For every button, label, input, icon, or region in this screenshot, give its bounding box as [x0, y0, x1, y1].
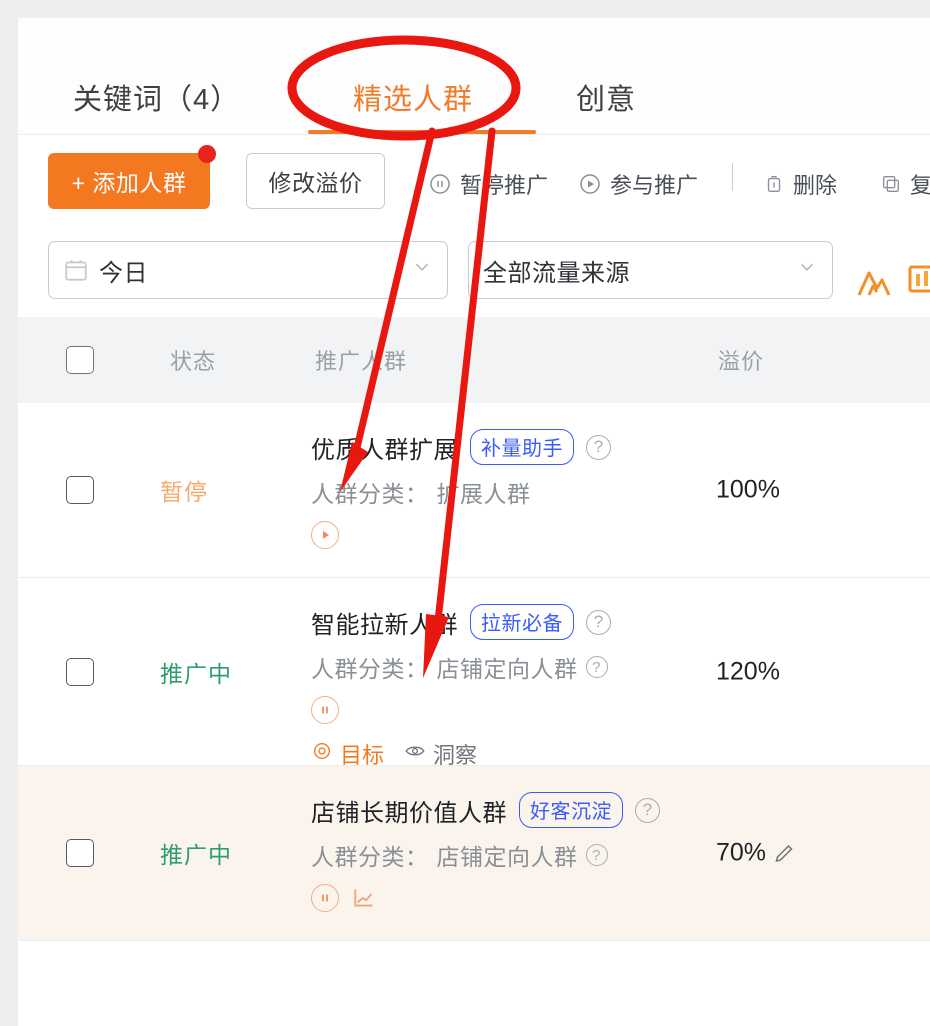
delete-label: 删除 [793, 173, 838, 198]
active-tab-underline [308, 130, 536, 134]
category-label: 人群分类： [311, 656, 429, 682]
tab-selected-audience[interactable]: 精选人群 [353, 76, 473, 118]
copy-icon [880, 173, 902, 195]
traffic-source-value: 全部流量来源 [483, 259, 630, 287]
toolbar-divider [732, 163, 733, 191]
campaign-card: 关键词（4） 精选人群 创意 + 添加人群 修改溢价 暂停推广 参与推广 删除 … [18, 18, 930, 1026]
row-checkbox[interactable] [66, 476, 94, 504]
pause-circle-icon [428, 172, 452, 196]
row-audience-cell: 店铺长期价值人群 好客沉淀 ? 人群分类： 店铺定向人群 ? [311, 792, 660, 912]
copy-label: 复制 [910, 173, 930, 198]
eye-icon [404, 740, 426, 768]
date-range-value: 今日 [99, 259, 148, 287]
join-promotion-label: 参与推广 [610, 173, 699, 198]
audience-name: 智能拉新人群 [311, 611, 458, 639]
row-checkbox[interactable] [66, 657, 94, 686]
help-icon[interactable]: ? [586, 434, 611, 460]
row-bid-cell: 70% [716, 839, 796, 868]
audience-name: 优质人群扩展 [311, 436, 458, 464]
tab-bar: 关键词（4） 精选人群 创意 [18, 18, 930, 135]
filter-right-icons [856, 262, 930, 307]
trend-chart-icon[interactable] [856, 262, 896, 307]
help-icon[interactable]: ? [586, 609, 611, 635]
column-header-audience: 推广人群 [315, 349, 408, 374]
calendar-icon [63, 257, 89, 283]
row-audience-cell: 优质人群扩展 补量助手 ? 人群分类： 扩展人群 [311, 429, 611, 549]
category-help-icon[interactable]: ? [585, 656, 608, 678]
pause-circle-icon[interactable] [311, 696, 339, 724]
play-circle-icon[interactable] [311, 521, 339, 549]
category-value: 扩展人群 [436, 481, 531, 507]
trash-icon [763, 173, 785, 195]
play-circle-icon [578, 172, 602, 196]
date-range-select[interactable]: 今日 [48, 241, 448, 299]
screenshot-root: 关键词（4） 精选人群 创意 + 添加人群 修改溢价 暂停推广 参与推广 删除 … [0, 0, 930, 1026]
filter-row: 今日 全部流量来源 [18, 227, 930, 317]
join-promotion-action[interactable]: 参与推广 [578, 168, 698, 200]
category-value: 店铺定向人群 [436, 656, 578, 682]
target-icon [311, 740, 333, 768]
modify-bid-button[interactable]: 修改溢价 [246, 153, 385, 209]
table-row[interactable]: 推广中 智能拉新人群 拉新必备 ? 人群分类： 店铺定向人群 ? 目标 洞察 1… [18, 578, 930, 768]
category-help-icon[interactable]: ? [585, 844, 608, 866]
category-label: 人群分类： [311, 481, 429, 507]
help-icon[interactable]: ? [635, 797, 660, 823]
tab-creative[interactable]: 创意 [576, 76, 636, 118]
row-audience-cell: 智能拉新人群 拉新必备 ? 人群分类： 店铺定向人群 ? 目标 洞察 [311, 604, 611, 770]
row-bid-cell: 100% [716, 476, 780, 505]
row-bid-cell: 120% [716, 657, 780, 686]
table-row[interactable]: 推广中 店铺长期价值人群 好客沉淀 ? 人群分类： 店铺定向人群 ? 70% [18, 766, 930, 941]
audience-badge[interactable]: 拉新必备 [470, 604, 574, 640]
pause-circle-icon[interactable] [311, 884, 339, 912]
pause-promotion-label: 暂停推广 [460, 173, 549, 198]
report-icon[interactable] [906, 262, 930, 307]
pause-promotion-action[interactable]: 暂停推广 [428, 168, 548, 200]
tab-keywords[interactable]: 关键词（4） [73, 76, 240, 118]
edit-pencil-icon[interactable] [772, 841, 796, 865]
copy-action[interactable]: 复制 [880, 168, 930, 200]
traffic-source-select[interactable]: 全部流量来源 [468, 241, 833, 299]
row-checkbox[interactable] [66, 839, 94, 867]
select-all-checkbox[interactable] [66, 346, 94, 374]
column-header-bid: 溢价 [718, 349, 765, 374]
audience-name: 店铺长期价值人群 [311, 799, 507, 827]
column-header-status: 状态 [170, 349, 217, 374]
trend-line-icon[interactable] [351, 885, 377, 911]
category-value: 店铺定向人群 [436, 844, 578, 870]
row-status: 推广中 [160, 660, 232, 687]
row-status: 暂停 [160, 479, 208, 505]
delete-action[interactable]: 删除 [763, 168, 837, 200]
bid-value: 120% [716, 657, 780, 685]
bid-value: 70% [716, 838, 767, 867]
add-audience-button[interactable]: + 添加人群 [48, 153, 210, 209]
action-toolbar: + 添加人群 修改溢价 暂停推广 参与推广 删除 复 [18, 135, 930, 227]
add-audience-notification-dot [198, 145, 216, 163]
table-row[interactable]: 暂停 优质人群扩展 补量助手 ? 人群分类： 扩展人群 100% [18, 403, 930, 578]
category-label: 人群分类： [311, 844, 429, 870]
row-status: 推广中 [160, 842, 232, 868]
chevron-down-icon [411, 255, 433, 282]
chevron-down-icon [796, 255, 818, 282]
audience-badge[interactable]: 好客沉淀 [519, 792, 623, 828]
bid-value: 100% [716, 475, 780, 504]
table-header-row: 状态 推广人群 溢价 [18, 317, 930, 403]
audience-badge[interactable]: 补量助手 [470, 429, 574, 465]
